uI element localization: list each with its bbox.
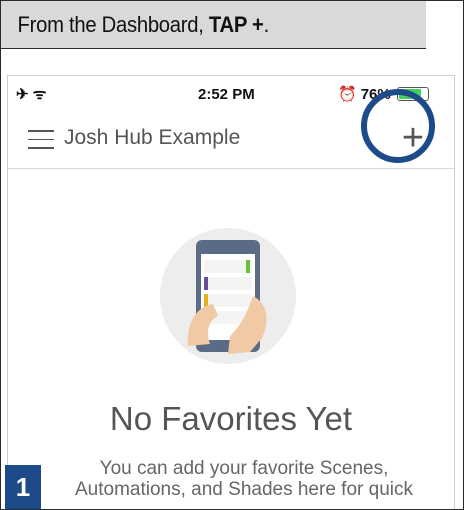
instruction-prefix: From the Dashboard, — [17, 12, 209, 37]
airplane-wifi-icons: ✈ ᯤ — [16, 86, 47, 103]
menu-icon[interactable] — [28, 130, 54, 150]
status-time: 2:52 PM — [198, 86, 255, 103]
instruction-banner: From the Dashboard, TAP +. — [1, 1, 427, 49]
instruction-emphasis: TAP + — [208, 12, 264, 37]
alarm-icon: ⏰ — [338, 86, 357, 103]
highlight-ring — [361, 89, 435, 163]
instruction-suffix: . — [263, 12, 270, 37]
hub-name: Josh Hub Example — [64, 126, 241, 149]
description-line-1: You can add your favorite Scenes, — [99, 458, 389, 479]
empty-state-description: You can add your favorite Scenes, Automa… — [54, 458, 434, 500]
step-number-badge: 1 — [5, 465, 41, 509]
empty-state-title: No Favorites Yet — [109, 400, 353, 437]
description-line-2: Automations, and Shades here for quick — [75, 479, 413, 500]
screenshot-frame: From the Dashboard, TAP +. ✈ ᯤ 2:52 PM ⏰… — [0, 0, 464, 510]
phone-illustration-icon — [160, 228, 296, 364]
